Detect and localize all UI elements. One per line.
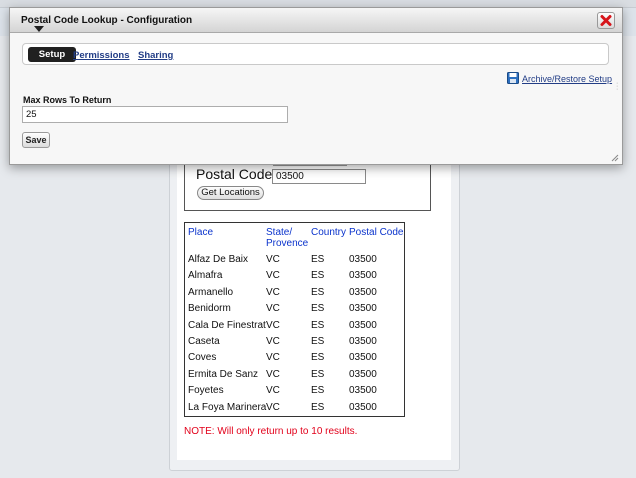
- cell-postal-code: 03500: [349, 319, 377, 331]
- tab-setup[interactable]: Setup: [28, 47, 76, 62]
- cell-country: ES: [311, 254, 325, 265]
- cell-state: VC: [266, 352, 280, 364]
- dialog-titlebar[interactable]: Postal Code Lookup - Configuration: [10, 8, 622, 33]
- cell-country: ES: [311, 336, 325, 347]
- active-tab-pointer: [34, 26, 44, 32]
- header-postal-code: Postal Code: [349, 227, 404, 238]
- cell-state: VC: [266, 336, 280, 347]
- cell-country: ES: [311, 401, 325, 413]
- results-note: NOTE: Will only return up to 10 results.: [184, 426, 358, 437]
- archive-restore-link[interactable]: Archive/Restore Setup: [522, 74, 612, 84]
- save-button[interactable]: Save: [22, 132, 50, 148]
- cell-place: Armanello: [188, 286, 234, 298]
- cell-postal-code: 03500: [349, 385, 377, 397]
- cell-place: Cala De Finestrat: [188, 319, 266, 331]
- cell-postal-code: 03500: [349, 336, 377, 347]
- cell-state: VC: [266, 319, 280, 331]
- cell-postal-code: 03500: [349, 254, 377, 265]
- cell-postal-code: 03500: [349, 270, 377, 282]
- header-state-line2: Provence: [266, 238, 309, 249]
- tab-permissions[interactable]: Permissions: [73, 50, 130, 61]
- cell-country: ES: [311, 319, 325, 331]
- cell-state: VC: [266, 254, 280, 265]
- header-place: Place: [188, 227, 214, 238]
- max-rows-label: Max Rows To Return: [23, 95, 112, 105]
- cell-country: ES: [311, 352, 325, 364]
- dialog-title: Postal Code Lookup - Configuration: [21, 15, 193, 26]
- postal-code-input[interactable]: 03500: [272, 169, 366, 184]
- configuration-dialog: Postal Code Lookup - Configuration Setup…: [9, 7, 623, 165]
- cell-country: ES: [311, 385, 325, 397]
- cell-postal-code: 03500: [349, 303, 377, 315]
- cell-postal-code: 03500: [349, 352, 377, 364]
- tab-bar: Setup Permissions Sharing: [22, 43, 609, 65]
- cell-state: VC: [266, 303, 280, 315]
- floppy-disk-icon[interactable]: [507, 72, 519, 84]
- cell-place: Coves: [188, 352, 217, 364]
- cell-country: ES: [311, 286, 325, 298]
- cell-place: Caseta: [188, 336, 220, 347]
- cell-place: Almafra: [188, 270, 223, 282]
- scroll-grip-icon: · · ·: [616, 80, 619, 93]
- cell-place: Ermita De Sanz: [188, 368, 259, 380]
- close-icon: [600, 15, 612, 26]
- cell-place: Alfaz De Baix: [188, 254, 249, 265]
- cell-country: ES: [311, 303, 325, 315]
- cell-state: VC: [266, 270, 280, 282]
- cell-postal-code: 03500: [349, 368, 377, 380]
- results-table: Place State/ Provence Country Postal Cod…: [184, 222, 405, 417]
- cell-postal-code: 03500: [349, 286, 377, 298]
- cell-place: Benidorm: [188, 303, 231, 315]
- cell-state: VC: [266, 368, 280, 380]
- resize-grip-icon[interactable]: [611, 154, 619, 162]
- cell-state: VC: [266, 401, 280, 413]
- max-rows-input[interactable]: 25: [22, 106, 288, 123]
- header-state-line1: State/: [266, 227, 293, 238]
- cell-state: VC: [266, 385, 280, 397]
- postal-code-label: Postal Code: [196, 166, 273, 182]
- cell-place: Foyetes: [188, 385, 224, 397]
- header-country: Country: [311, 227, 347, 238]
- get-locations-button[interactable]: Get Locations: [197, 186, 264, 200]
- cell-country: ES: [311, 368, 325, 380]
- cell-country: ES: [311, 270, 325, 282]
- cell-state: VC: [266, 286, 280, 298]
- header-state: State/ Provence: [266, 227, 308, 249]
- close-button[interactable]: [597, 12, 615, 29]
- cell-place: La Foya Marinera: [188, 401, 267, 413]
- cell-postal-code: 03500: [349, 401, 377, 413]
- tab-sharing[interactable]: Sharing: [138, 50, 173, 61]
